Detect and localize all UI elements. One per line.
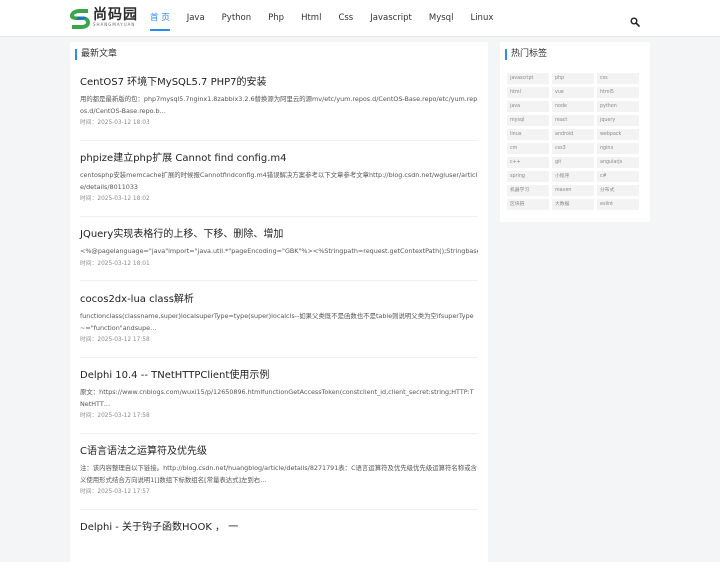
article-summary: 用的都是最新版的包：php7mysql5.7nginx1.8zabbix3.2.… [80,95,478,115]
sidebar-title: 热门标签 [505,49,547,60]
tag-cloud: javascript php css html vue html5 java n… [507,73,643,210]
article-title[interactable]: Delphi - 关于钩子函数HOOK ， 一 [80,521,478,535]
top-navbar: 尚码园 SHANGMAYUAN 首 页 Java Python Php Html… [0,0,720,37]
tag-item[interactable]: c++ [507,157,549,168]
tag-item[interactable]: php [552,73,594,84]
section-title: 最新文章 [75,49,117,60]
article-summary: 注：该内容整理自以下链接。http://blog.csdn.net/huangb… [80,464,477,484]
tag-item[interactable]: webpack [597,129,639,140]
article-item: cocos2dx-lua class解析 functionclass(class… [80,293,478,358]
tag-item[interactable]: maven [552,185,594,196]
nav-item-mysql[interactable]: Mysql [429,0,454,36]
tag-item[interactable]: spring [507,171,549,182]
article-title[interactable]: JQuery实现表格行的上移、下移、删除、增加 [80,228,478,242]
article-time: 时间：2025-03-12 18:03 [80,120,150,127]
nav-item-java[interactable]: Java [187,0,205,36]
hot-tags-panel: 热门标签 javascript php css html vue html5 j… [500,42,650,222]
tag-item[interactable]: css3 [552,143,594,154]
nav-item-html[interactable]: Html [301,0,321,36]
article-item: Delphi 10.4 -- TNetHTTPClient使用示例 原文：htt… [80,369,478,434]
article-item: Delphi - 关于钩子函数HOOK ， 一 [80,521,478,551]
tag-item[interactable]: vue [552,87,594,98]
article-title[interactable]: cocos2dx-lua class解析 [80,293,478,307]
article-title[interactable]: Delphi 10.4 -- TNetHTTPClient使用示例 [80,369,478,383]
tag-item[interactable]: jquery [597,115,639,126]
tag-item[interactable]: git [552,157,594,168]
article-title[interactable]: CentOS7 环境下MySQL5.7 PHP7的安装 [80,76,478,90]
tag-item[interactable]: python [597,101,639,112]
latest-articles-panel: 最新文章 CentOS7 环境下MySQL5.7 PHP7的安装 用的都是最新版… [70,42,488,562]
article-summary: functionclass(classname,super)localsuper… [80,312,474,332]
tag-item[interactable]: 区块链 [507,199,549,210]
nav-item-css[interactable]: Css [338,0,353,36]
tag-item[interactable]: html [507,87,549,98]
tag-item[interactable]: 大数据 [552,199,594,210]
article-time: 时间：2025-03-12 17:57 [80,489,150,496]
site-logo-text[interactable]: 尚码园 [93,4,138,24]
site-logo-subtext: SHANGMAYUAN [93,22,136,27]
tag-item[interactable]: cm [507,143,549,154]
nav-item-php[interactable]: Php [268,0,284,36]
nav-item-javascript[interactable]: Javascript [370,0,412,36]
tag-item[interactable]: java [507,101,549,112]
nav-item-home[interactable]: 首 页 [150,0,170,36]
tag-item[interactable]: angularjs [597,157,639,168]
tag-item[interactable]: javascript [507,73,549,84]
tag-item[interactable]: css [597,73,639,84]
article-item: phpize建立php扩展 Cannot find config.m4 cent… [80,152,478,217]
tag-item[interactable]: react [552,115,594,126]
nav-item-linux[interactable]: Linux [470,0,493,36]
tag-item[interactable]: nginx [597,143,639,154]
tag-item[interactable]: eslint [597,199,639,210]
article-item: CentOS7 环境下MySQL5.7 PHP7的安装 用的都是最新版的包：ph… [80,76,478,141]
main-nav: 首 页 Java Python Php Html Css Javascript … [150,0,510,36]
tag-item[interactable]: html5 [597,87,639,98]
search-icon[interactable] [630,17,640,27]
tag-item[interactable]: android [552,129,594,140]
article-time: 时间：2025-03-12 18:01 [80,260,150,267]
article-time: 时间：2025-03-12 18:02 [80,196,150,203]
article-summary: 原文：https://www.cnblogs.com/wuxi15/p/1265… [80,388,474,408]
site-logo-icon[interactable] [68,7,92,31]
tag-item[interactable]: node [552,101,594,112]
article-title[interactable]: phpize建立php扩展 Cannot find config.m4 [80,152,478,166]
article-item: C语言语法之运算符及优先级 注：该内容整理自以下链接。http://blog.c… [80,445,478,510]
tag-item[interactable]: c# [597,171,639,182]
article-time: 时间：2025-03-12 17:58 [80,413,150,420]
article-summary: <%@pagelanguage="java"import="java.util.… [80,247,478,255]
tag-item[interactable]: 分布式 [597,185,639,196]
article-summary: centosphp安装memcache扩展的时候报Cannotfindconfi… [80,171,478,191]
article-item: JQuery实现表格行的上移、下移、删除、增加 <%@pagelanguage=… [80,228,478,281]
article-time: 时间：2025-03-12 17:58 [80,337,150,344]
tag-item[interactable]: 机器学习 [507,185,549,196]
article-title[interactable]: C语言语法之运算符及优先级 [80,445,478,459]
tag-item[interactable]: 小程序 [552,171,594,182]
tag-item[interactable]: mysql [507,115,549,126]
nav-item-python[interactable]: Python [222,0,251,36]
tag-item[interactable]: linux [507,129,549,140]
